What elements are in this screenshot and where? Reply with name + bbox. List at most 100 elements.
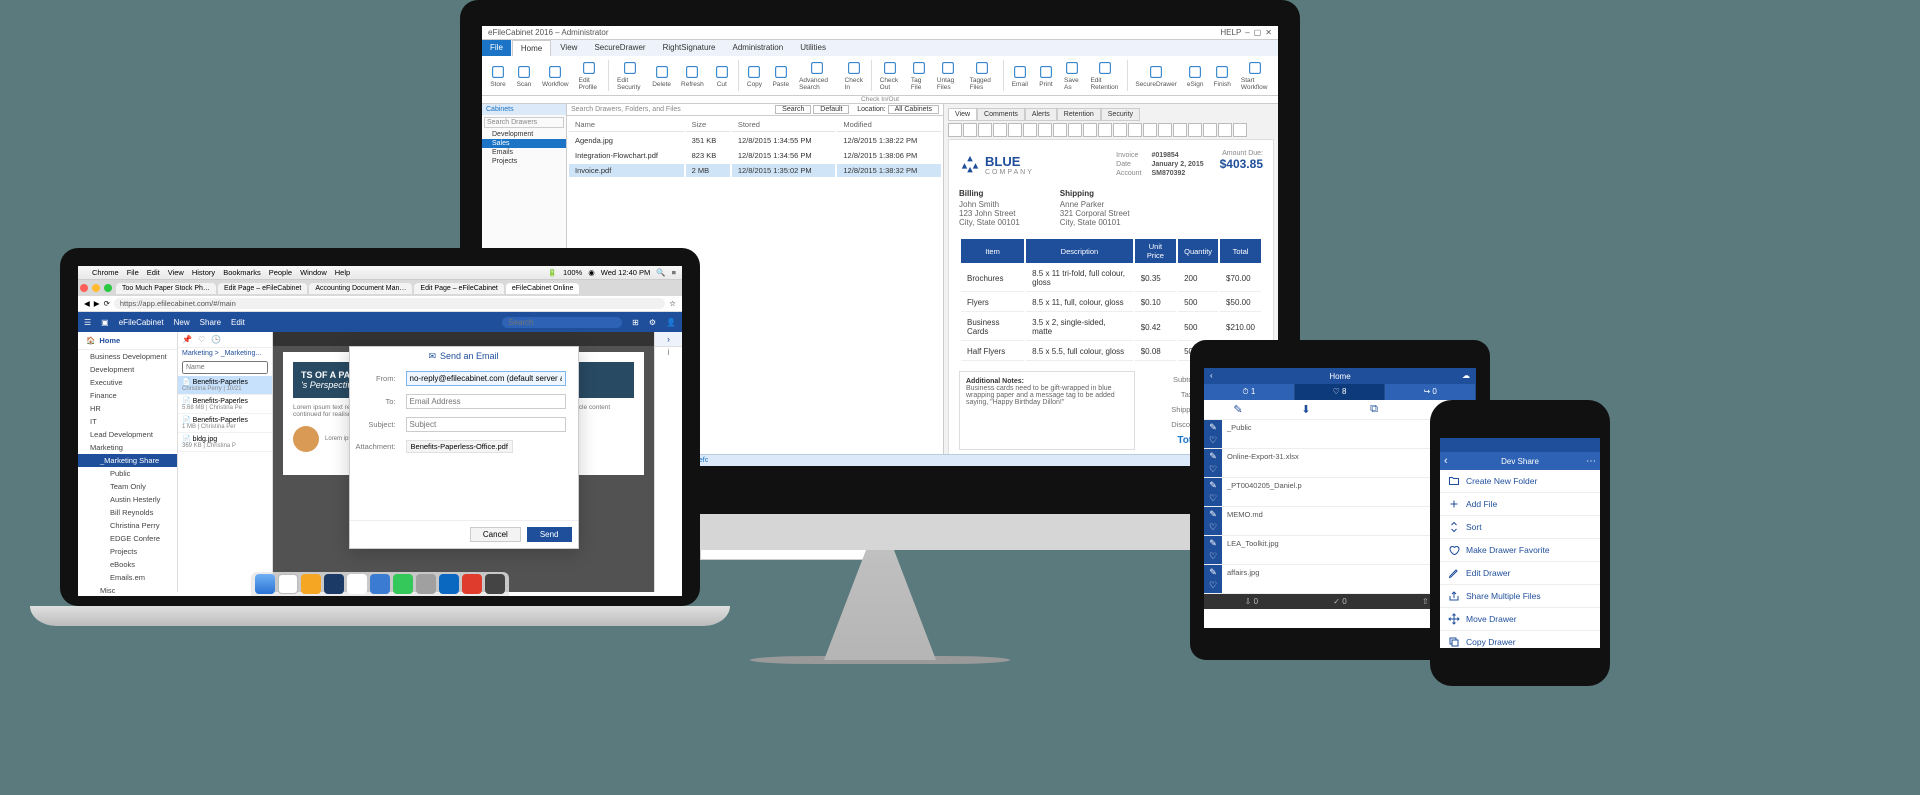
pv-tool-icon[interactable] xyxy=(1173,123,1187,137)
ribbon-tagged-files[interactable]: Tagged Files xyxy=(966,58,999,93)
preview-tab-comments[interactable]: Comments xyxy=(977,108,1025,121)
email-send-button[interactable]: Send xyxy=(527,527,572,542)
nav-it[interactable]: IT xyxy=(78,415,177,428)
strip-info-icon[interactable]: i xyxy=(668,347,670,357)
maximize-icon[interactable]: ▢ xyxy=(1254,28,1262,37)
nav-development[interactable]: Development xyxy=(78,363,177,376)
dock-appstore-icon[interactable] xyxy=(370,574,390,594)
nav-sub[interactable]: Projects xyxy=(78,545,177,558)
phone-action-folder-plus[interactable]: Create New Folder xyxy=(1440,470,1600,493)
nav-reload-icon[interactable]: ⟳ xyxy=(104,299,110,308)
spotlight-icon[interactable]: 🔍 xyxy=(656,268,665,277)
col-size[interactable]: Size xyxy=(686,118,730,132)
pv-tool-icon[interactable] xyxy=(978,123,992,137)
menubar-edit[interactable]: Edit xyxy=(147,268,160,277)
pv-tool-icon[interactable] xyxy=(1068,123,1082,137)
dock-calendar-icon[interactable] xyxy=(278,574,298,594)
pv-tool-icon[interactable] xyxy=(1188,123,1202,137)
nav-sub[interactable]: Austin Hesterly xyxy=(78,493,177,506)
menubar-file[interactable]: File xyxy=(127,268,139,277)
col-clock-icon[interactable]: 🕒 xyxy=(211,335,221,344)
seg-recent[interactable]: ⏱ 1 xyxy=(1204,384,1295,400)
ribbon-check-in[interactable]: Check In xyxy=(841,58,867,93)
drawer-file[interactable]: 📄 bldg.jpg369 KB | Christina P xyxy=(178,433,272,452)
seg-shared[interactable]: ↪ 0 xyxy=(1385,384,1476,400)
drawer-file[interactable]: 📄 Benefits-Paperles1 MB | Christina Per xyxy=(178,414,272,433)
menubar-window[interactable]: Window xyxy=(300,268,327,277)
nav-sub[interactable]: Christina Perry xyxy=(78,519,177,532)
pv-tool-icon[interactable] xyxy=(963,123,977,137)
menubar-bookmarks[interactable]: Bookmarks xyxy=(223,268,261,277)
tab-home[interactable]: Home xyxy=(512,40,551,56)
browser-tab[interactable]: Accounting Document Man… xyxy=(309,283,412,294)
home-label[interactable]: Home xyxy=(99,336,120,345)
filter-input[interactable] xyxy=(182,361,268,374)
file-search-header[interactable]: Search Drawers, Folders, and Files xyxy=(571,106,681,113)
tree-emails[interactable]: Emails xyxy=(482,148,566,157)
pv-tool-icon[interactable] xyxy=(1143,123,1157,137)
menubar-history[interactable]: History xyxy=(192,268,215,277)
nav-sub[interactable]: Misc xyxy=(78,584,177,596)
pv-tool-icon[interactable] xyxy=(948,123,962,137)
tab-util[interactable]: Utilities xyxy=(792,40,834,56)
minimize-icon[interactable]: – xyxy=(1245,28,1249,37)
col-name[interactable]: Name xyxy=(569,118,684,132)
col-heart-icon[interactable]: ♡ xyxy=(198,335,205,344)
nav-finance[interactable]: Finance xyxy=(78,389,177,402)
tab-view[interactable]: View xyxy=(552,40,585,56)
pv-tool-icon[interactable] xyxy=(1038,123,1052,137)
location-value[interactable]: All Cabinets xyxy=(888,105,939,114)
ribbon-edit-retention[interactable]: Edit Retention xyxy=(1086,58,1122,93)
dock-acrobat-icon[interactable] xyxy=(462,574,482,594)
tablet-cloud-icon[interactable]: ☁ xyxy=(1456,368,1476,383)
ribbon-tag-file[interactable]: Tag File xyxy=(907,58,931,93)
pv-tool-icon[interactable] xyxy=(1098,123,1112,137)
nav-back-icon[interactable]: ◀ xyxy=(84,299,90,308)
tree-projects[interactable]: Projects xyxy=(482,157,566,166)
ribbon-save-as[interactable]: Save As xyxy=(1060,58,1084,93)
action-edit-icon[interactable]: ✎ xyxy=(1204,403,1272,416)
close-icon[interactable]: ✕ xyxy=(1265,28,1272,37)
tb-new[interactable]: New xyxy=(174,318,190,327)
browser-tab[interactable]: Edit Page – eFileCabinet xyxy=(218,283,307,294)
window-min-dot[interactable] xyxy=(92,284,100,292)
tb-user-icon[interactable]: 👤 xyxy=(666,318,676,327)
search-button[interactable]: Search xyxy=(775,105,811,114)
email-from-field[interactable] xyxy=(406,371,566,386)
ribbon-cut[interactable]: Cut xyxy=(710,58,734,93)
browser-tab[interactable]: Edit Page – eFileCabinet xyxy=(414,283,503,294)
nav-fwd-icon[interactable]: ▶ xyxy=(94,299,100,308)
ribbon-paste[interactable]: Paste xyxy=(768,58,793,93)
nav-sub[interactable]: Team Only xyxy=(78,480,177,493)
window-close-dot[interactable] xyxy=(80,284,88,292)
col-pin-icon[interactable]: 📌 xyxy=(182,335,192,344)
nav-lead-development[interactable]: Lead Development xyxy=(78,428,177,441)
menubar-help[interactable]: Help xyxy=(335,268,350,277)
nav-marketing[interactable]: Marketing xyxy=(78,441,177,454)
phone-action-move[interactable]: Move Drawer xyxy=(1440,608,1600,631)
tb-share[interactable]: Share xyxy=(200,318,221,327)
ribbon-esign[interactable]: eSign xyxy=(1183,58,1208,93)
menu-extra-icon[interactable]: ≡ xyxy=(672,268,676,277)
ribbon-scan[interactable]: Scan xyxy=(512,58,536,93)
window-max-dot[interactable] xyxy=(104,284,112,292)
tree-development[interactable]: Development xyxy=(482,130,566,139)
preview-tab-view[interactable]: View xyxy=(948,108,977,121)
drawer-search[interactable]: Search Drawers xyxy=(484,117,564,128)
email-body-field[interactable] xyxy=(350,458,578,518)
browser-tab[interactable]: Too Much Paper Stock Ph… xyxy=(116,283,216,294)
search-mode[interactable]: Default xyxy=(813,105,849,114)
nav-marketing-share[interactable]: _Marketing Share xyxy=(78,454,177,467)
file-row[interactable]: Integration-Flowchart.pdf823 KB12/8/2015… xyxy=(569,149,941,162)
email-to-field[interactable] xyxy=(406,394,566,409)
nav-sub[interactable]: Public xyxy=(78,467,177,480)
email-attachment-chip[interactable]: Benefits-Paperless-Office.pdf xyxy=(406,440,513,453)
ribbon-start-workflow[interactable]: Start Workflow xyxy=(1237,58,1274,93)
ribbon-edit-profile[interactable]: Edit Profile xyxy=(575,58,605,93)
pv-tool-icon[interactable] xyxy=(993,123,1007,137)
ribbon-finish[interactable]: Finish xyxy=(1210,58,1235,93)
ribbon-untag-files[interactable]: Untag Files xyxy=(933,58,964,93)
tab-secure[interactable]: SecureDrawer xyxy=(586,40,653,56)
tab-file[interactable]: File xyxy=(482,40,511,56)
ribbon-store[interactable]: Store xyxy=(486,58,510,93)
